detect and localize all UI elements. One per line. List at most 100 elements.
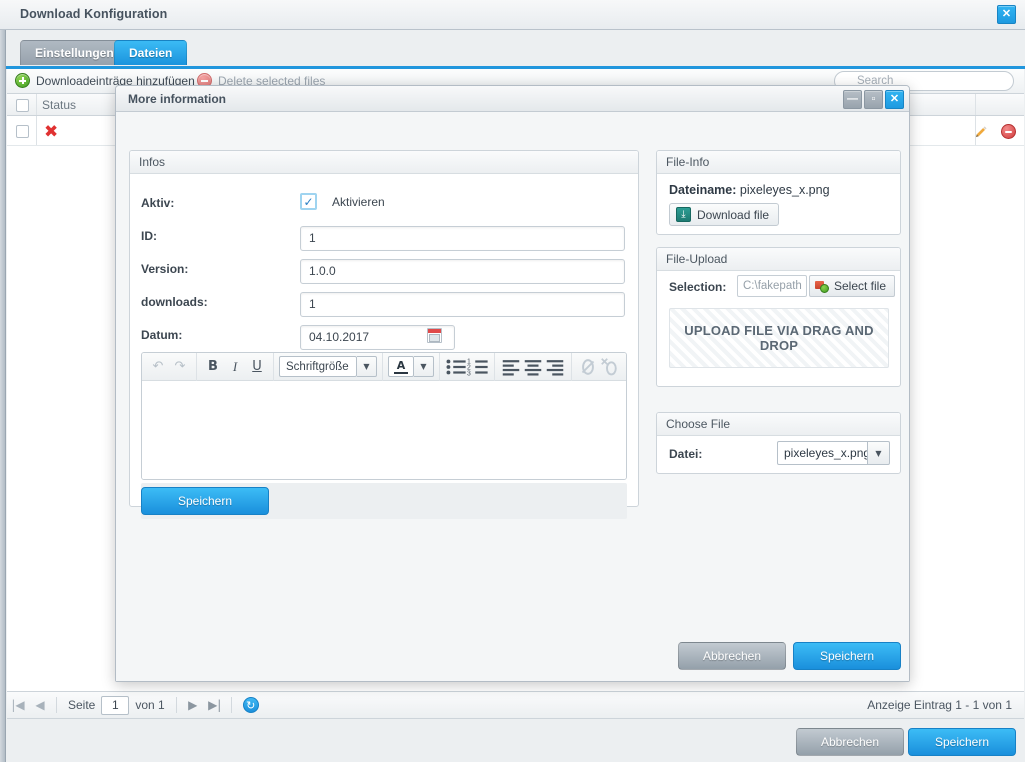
first-page-button[interactable]: |◀ — [7, 691, 29, 719]
version-input[interactable]: 1.0.0 — [300, 259, 625, 284]
dialog-maximize-icon[interactable]: ▫ — [864, 90, 883, 109]
window-cancel-button[interactable]: Abbrechen — [796, 728, 904, 756]
infos-panel-title: Infos — [130, 151, 638, 174]
more-information-dialog: More information — ▫ ✕ Infos Aktiv: ✓ Ak… — [115, 85, 910, 682]
download-file-button[interactable]: ⤓ Download file — [669, 203, 780, 226]
infos-save-bar: Speichern — [141, 483, 627, 519]
tab-einstellungen[interactable]: Einstellungen — [20, 40, 129, 65]
field-aktiv: Aktiv: ✓ Aktivieren — [130, 193, 638, 217]
refresh-icon[interactable]: ↻ — [242, 697, 259, 713]
drag-and-drop-zone[interactable]: UPLOAD FILE VIA DRAG AND DROP — [669, 308, 889, 368]
download-icon: ⤓ — [676, 207, 691, 222]
calendar-icon[interactable] — [427, 328, 442, 343]
datei-select-value: pixeleyes_x.png — [777, 441, 868, 465]
text-color-chevron-down-icon[interactable]: ▼ — [414, 356, 434, 377]
prev-page-button[interactable]: ◀ — [29, 691, 51, 719]
align-right-icon[interactable] — [544, 356, 566, 378]
field-version: Version: 1.0.0 — [130, 259, 638, 284]
text-color-icon[interactable]: A — [388, 356, 414, 377]
select-file-label: Select file — [834, 279, 887, 293]
datei-label: Datei: — [669, 447, 703, 461]
column-header-status: Status — [42, 98, 77, 112]
next-page-button[interactable]: ▶ — [182, 691, 204, 719]
numbered-list-icon[interactable]: 1 2 3 — [467, 356, 489, 378]
file-info-panel: File-Info Dateiname: pixeleyes_x.png ⤓ D… — [656, 150, 901, 235]
pagination-bar: |◀ ◀ Seite 1 von 1 ▶ ▶| ↻ Anzeige Eintra… — [7, 691, 1024, 719]
version-label: Version: — [141, 262, 189, 276]
field-downloads: downloads: 1 — [130, 292, 638, 317]
id-label: ID: — [141, 229, 157, 243]
fontsize-select[interactable]: Schriftgröße — [279, 356, 357, 377]
choose-file-panel: Choose File Datei: pixeleyes_x.png ▼ — [656, 412, 901, 474]
tab-dateien[interactable]: Dateien — [114, 40, 188, 65]
text-color-letter: A — [396, 358, 406, 372]
page-label: Seite — [68, 698, 96, 712]
bold-icon[interactable]: B — [202, 356, 224, 378]
file-info-panel-title: File-Info — [657, 151, 900, 174]
field-datum: Datum: 04.10.2017 — [130, 325, 638, 350]
align-left-icon[interactable] — [500, 356, 522, 378]
field-id: ID: 1 — [130, 226, 638, 251]
aktiv-checkbox[interactable]: ✓ — [300, 193, 317, 210]
window-left-frame — [0, 30, 6, 762]
row-delete-icon[interactable] — [1001, 124, 1016, 139]
plus-circle-icon — [15, 73, 30, 88]
selection-label: Selection: — [669, 280, 727, 294]
dateiname-value: pixeleyes_x.png — [739, 183, 830, 197]
file-upload-panel-title: File-Upload — [657, 248, 900, 271]
edit-pencil-icon[interactable] — [974, 125, 988, 139]
window-footer: Abbrechen Speichern — [7, 719, 1024, 762]
select-all-checkbox[interactable] — [16, 99, 29, 112]
window-titlebar: Download Konfiguration ✕ — [0, 0, 1025, 30]
infos-panel: Infos Aktiv: ✓ Aktivieren ID: 1 Version:… — [129, 150, 639, 519]
downloads-label: downloads: — [141, 295, 208, 309]
select-file-button[interactable]: Select file — [809, 275, 896, 297]
row-select-checkbox[interactable] — [16, 125, 29, 138]
window-save-button[interactable]: Speichern — [908, 728, 1016, 756]
dialog-minimize-icon[interactable]: — — [843, 90, 862, 109]
infos-save-button[interactable]: Speichern — [141, 487, 269, 515]
aktivieren-label: Aktivieren — [332, 195, 385, 209]
tab-bar: Einstellungen Dateien — [6, 30, 1025, 68]
pagination-info: Anzeige Eintrag 1 - 1 von 1 — [867, 698, 1012, 712]
status-inactive-icon: ✖ — [44, 122, 59, 142]
last-page-button[interactable]: ▶| — [204, 691, 226, 719]
align-center-icon[interactable] — [522, 356, 544, 378]
unlink-icon[interactable] — [599, 356, 621, 378]
dateiname-label: Dateiname: — [669, 183, 737, 197]
file-path-input[interactable]: C:\fakepath — [737, 275, 807, 297]
dialog-close-icon[interactable]: ✕ — [885, 90, 904, 109]
add-file-icon — [815, 280, 829, 293]
page-number-input[interactable]: 1 — [101, 695, 130, 715]
id-input[interactable]: 1 — [300, 226, 625, 251]
choose-file-panel-title: Choose File — [657, 413, 900, 436]
download-konfiguration-window: Download Konfiguration ✕ Einstellungen D… — [0, 0, 1025, 762]
dialog-body: Infos Aktiv: ✓ Aktivieren ID: 1 Version:… — [116, 112, 909, 681]
dialog-save-button[interactable]: Speichern — [793, 642, 901, 670]
aktiv-label: Aktiv: — [141, 196, 175, 210]
italic-icon[interactable]: I — [224, 356, 246, 378]
link-icon[interactable] — [577, 356, 599, 378]
datum-label: Datum: — [141, 328, 183, 342]
editor-content-area[interactable] — [142, 381, 626, 479]
datei-chevron-down-icon[interactable]: ▼ — [868, 441, 890, 465]
file-upload-panel: File-Upload Selection: C:\fakepath Selec… — [656, 247, 901, 387]
bullet-list-icon[interactable] — [445, 356, 467, 378]
dateiname-line: Dateiname: pixeleyes_x.png — [669, 183, 830, 197]
dialog-title: More information — [128, 92, 226, 106]
dialog-cancel-button[interactable]: Abbrechen — [678, 642, 786, 670]
datei-select[interactable]: pixeleyes_x.png ▼ — [777, 441, 890, 465]
window-close-icon[interactable]: ✕ — [997, 5, 1016, 24]
undo-icon[interactable]: ↶ — [147, 356, 169, 378]
page-total-label: von 1 — [135, 698, 165, 712]
svg-text:3: 3 — [467, 370, 471, 377]
page-title: Download Konfiguration — [20, 7, 168, 21]
download-file-label: Download file — [697, 207, 770, 222]
dialog-titlebar: More information — ▫ ✕ — [116, 86, 909, 112]
underline-icon[interactable]: U — [246, 356, 268, 378]
editor-toolbar: ↶ ↷ B I U Schriftgröße ▼ A ▼ 1 2 3 — [142, 353, 626, 381]
fontsize-chevron-down-icon[interactable]: ▼ — [357, 356, 377, 377]
rich-text-editor: ↶ ↷ B I U Schriftgröße ▼ A ▼ 1 2 3 — [141, 352, 627, 480]
downloads-input[interactable]: 1 — [300, 292, 625, 317]
redo-icon[interactable]: ↷ — [169, 356, 191, 378]
